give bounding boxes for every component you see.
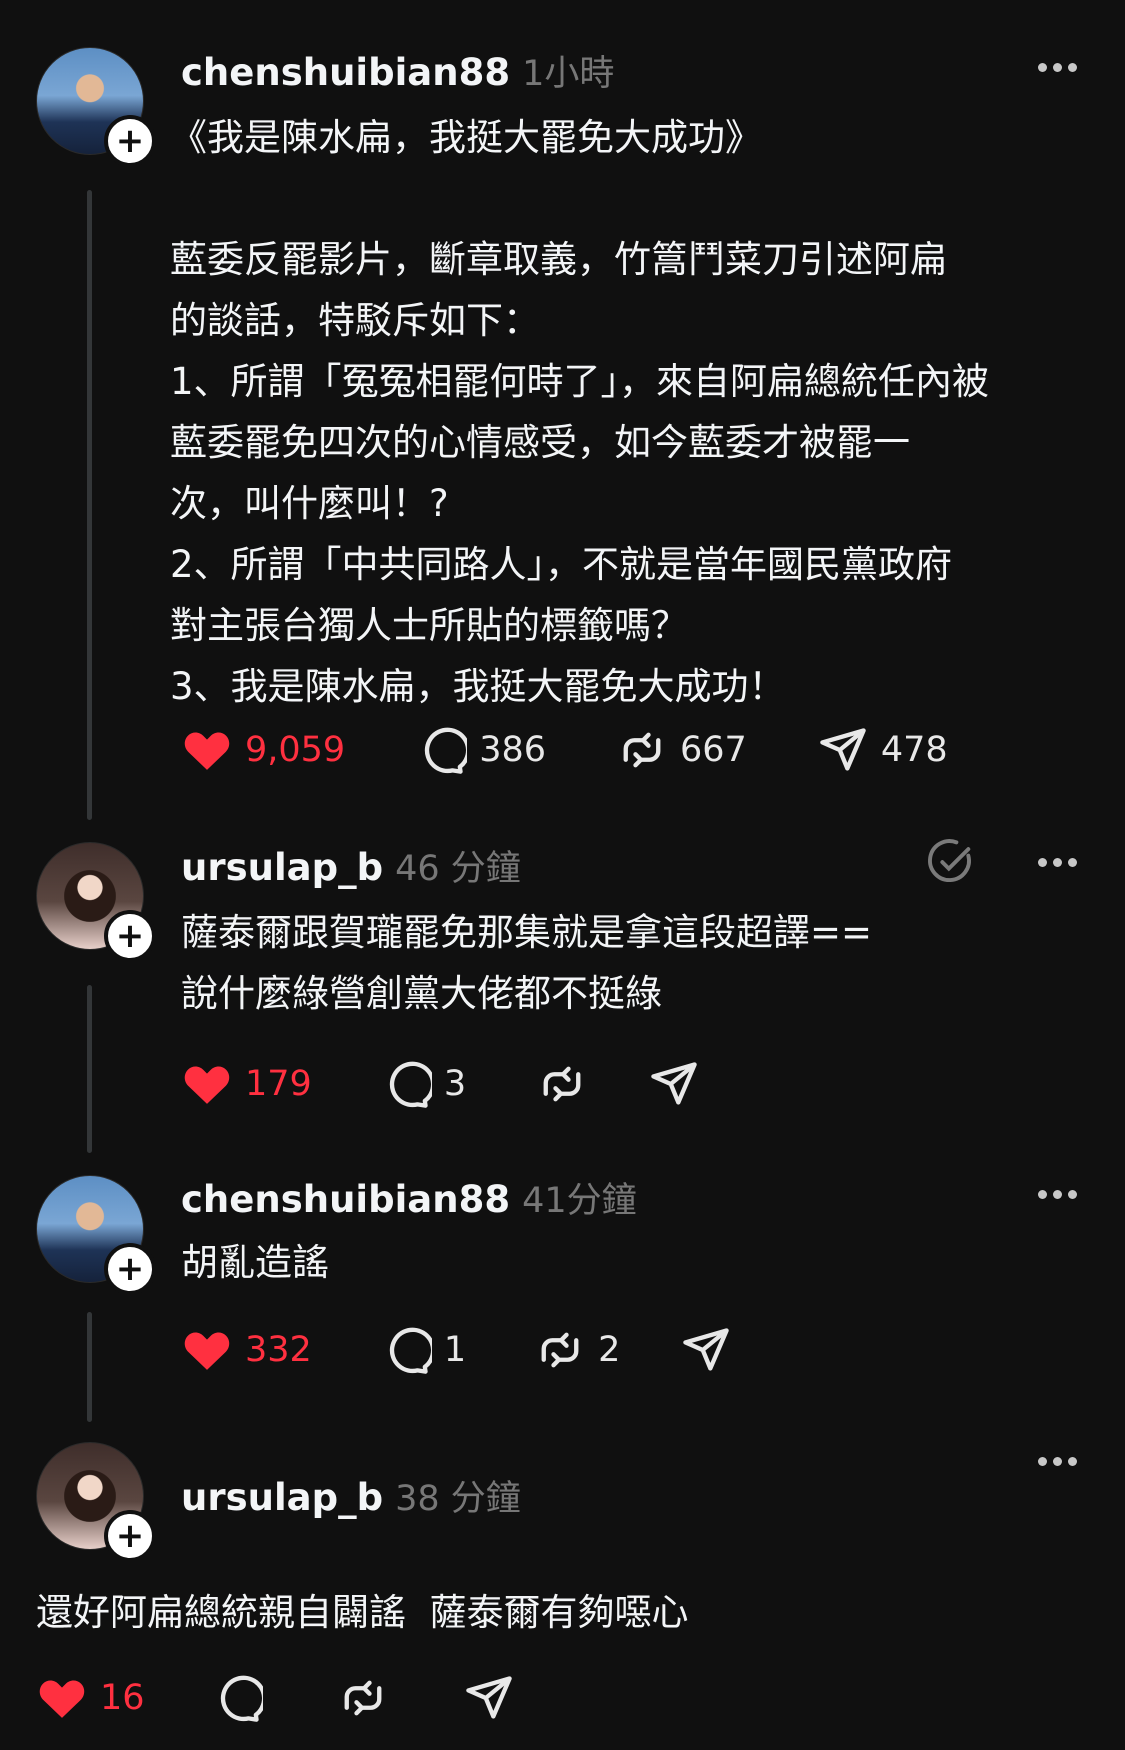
translate-icon[interactable] bbox=[925, 835, 977, 887]
post-header: ursulap_b 38 分鐘 bbox=[181, 1470, 521, 1521]
share-button[interactable] bbox=[463, 1672, 515, 1724]
repost-icon bbox=[344, 1680, 381, 1716]
username[interactable]: chenshuibian88 bbox=[181, 51, 510, 94]
repost-button[interactable] bbox=[337, 1672, 389, 1724]
post-time: 1小時 bbox=[522, 54, 615, 94]
comment-button[interactable]: 1 bbox=[380, 1324, 466, 1376]
more-icon[interactable] bbox=[1038, 63, 1077, 72]
thread-line bbox=[87, 190, 92, 820]
like-button[interactable]: 179 bbox=[181, 1058, 312, 1110]
comment-icon bbox=[220, 1675, 263, 1722]
username[interactable]: ursulap_b bbox=[181, 846, 383, 889]
more-icon[interactable] bbox=[1038, 858, 1077, 867]
avatar-chenshuibian88[interactable]: + bbox=[36, 1175, 156, 1295]
like-count: 9,059 bbox=[245, 730, 346, 770]
share-icon bbox=[651, 1062, 697, 1105]
share-button[interactable] bbox=[680, 1324, 732, 1376]
like-count: 332 bbox=[245, 1330, 312, 1370]
more-icon[interactable] bbox=[1038, 1190, 1077, 1199]
share-count: 478 bbox=[880, 730, 948, 770]
share-button[interactable]: 478 bbox=[817, 724, 948, 776]
repost-count: 2 bbox=[598, 1330, 621, 1370]
heart-icon bbox=[184, 1066, 230, 1104]
post-text: 薩泰爾跟賀瓏罷免那集就是拿這段超譯== 說什麼綠營創黨大佬都不挺綠 bbox=[181, 911, 873, 1015]
like-button[interactable]: 16 bbox=[36, 1672, 145, 1724]
comment-icon bbox=[389, 1327, 432, 1374]
repost-icon bbox=[541, 1332, 579, 1368]
comment-button[interactable] bbox=[211, 1672, 263, 1724]
post-header: chenshuibian88 41分鐘 bbox=[181, 1172, 637, 1223]
repost-button[interactable]: 2 bbox=[534, 1324, 620, 1376]
post-actions: 16 bbox=[36, 1672, 515, 1724]
post-header: ursulap_b 46 分鐘 bbox=[181, 840, 521, 891]
heart-icon bbox=[184, 1332, 230, 1370]
repost-icon bbox=[623, 732, 661, 768]
post-actions: 332 1 2 bbox=[181, 1324, 732, 1376]
comment-count: 386 bbox=[479, 730, 547, 770]
follow-plus-icon[interactable]: + bbox=[104, 1510, 156, 1562]
follow-plus-icon[interactable]: + bbox=[104, 1243, 156, 1295]
share-icon bbox=[820, 728, 866, 771]
post-time: 41分鐘 bbox=[522, 1181, 637, 1221]
comment-count: 3 bbox=[443, 1064, 467, 1104]
heart-icon bbox=[39, 1680, 85, 1718]
comment-button[interactable]: 3 bbox=[380, 1058, 466, 1110]
comment-icon bbox=[425, 727, 468, 774]
comment-button[interactable]: 386 bbox=[415, 724, 546, 776]
username[interactable]: chenshuibian88 bbox=[181, 1178, 510, 1221]
thread-line bbox=[87, 1312, 92, 1422]
more-icon[interactable] bbox=[1038, 1457, 1077, 1466]
avatar-ursulap_b[interactable]: + bbox=[36, 1442, 156, 1562]
share-icon bbox=[683, 1328, 730, 1371]
follow-plus-icon[interactable]: + bbox=[104, 910, 156, 962]
follow-plus-icon[interactable]: + bbox=[104, 115, 156, 167]
post-text: 《我是陳水扁，我挺大罷免大成功》 藍委反罷影片，斷章取義，竹篙鬥菜刀引述阿扁 的… bbox=[170, 116, 990, 708]
repost-count: 667 bbox=[680, 730, 747, 770]
post-actions: 179 3 bbox=[181, 1058, 700, 1110]
thread-line bbox=[87, 985, 92, 1153]
post-actions: 9,059 386 667 478 bbox=[181, 724, 948, 776]
like-button[interactable]: 9,059 bbox=[181, 724, 345, 776]
heart-icon bbox=[184, 732, 230, 770]
repost-icon bbox=[543, 1066, 581, 1102]
like-button[interactable]: 332 bbox=[181, 1324, 312, 1376]
like-count: 16 bbox=[100, 1678, 145, 1718]
repost-button[interactable] bbox=[536, 1058, 588, 1110]
avatar-ursulap_b[interactable]: + bbox=[36, 842, 156, 962]
share-button[interactable] bbox=[648, 1058, 700, 1110]
share-icon bbox=[465, 1676, 512, 1719]
post-text: 胡亂造謠 bbox=[181, 1241, 329, 1284]
avatar-chenshuibian88[interactable]: + bbox=[36, 47, 156, 167]
comment-count: 1 bbox=[443, 1330, 467, 1370]
post-header: chenshuibian88 1小時 bbox=[181, 45, 614, 96]
username[interactable]: ursulap_b bbox=[181, 1476, 383, 1519]
repost-button[interactable]: 667 bbox=[616, 724, 747, 776]
threads-feed: + chenshuibian88 1小時 《我是陳水扁，我挺大罷免大成功》 藍委… bbox=[0, 0, 1125, 1750]
like-count: 179 bbox=[245, 1064, 312, 1104]
post-time: 46 分鐘 bbox=[395, 849, 521, 889]
post-text: 還好阿扁總統親自闢謠 薩泰爾有夠噁心 bbox=[36, 1591, 689, 1634]
comment-icon bbox=[389, 1061, 432, 1108]
post-time: 38 分鐘 bbox=[395, 1479, 521, 1519]
